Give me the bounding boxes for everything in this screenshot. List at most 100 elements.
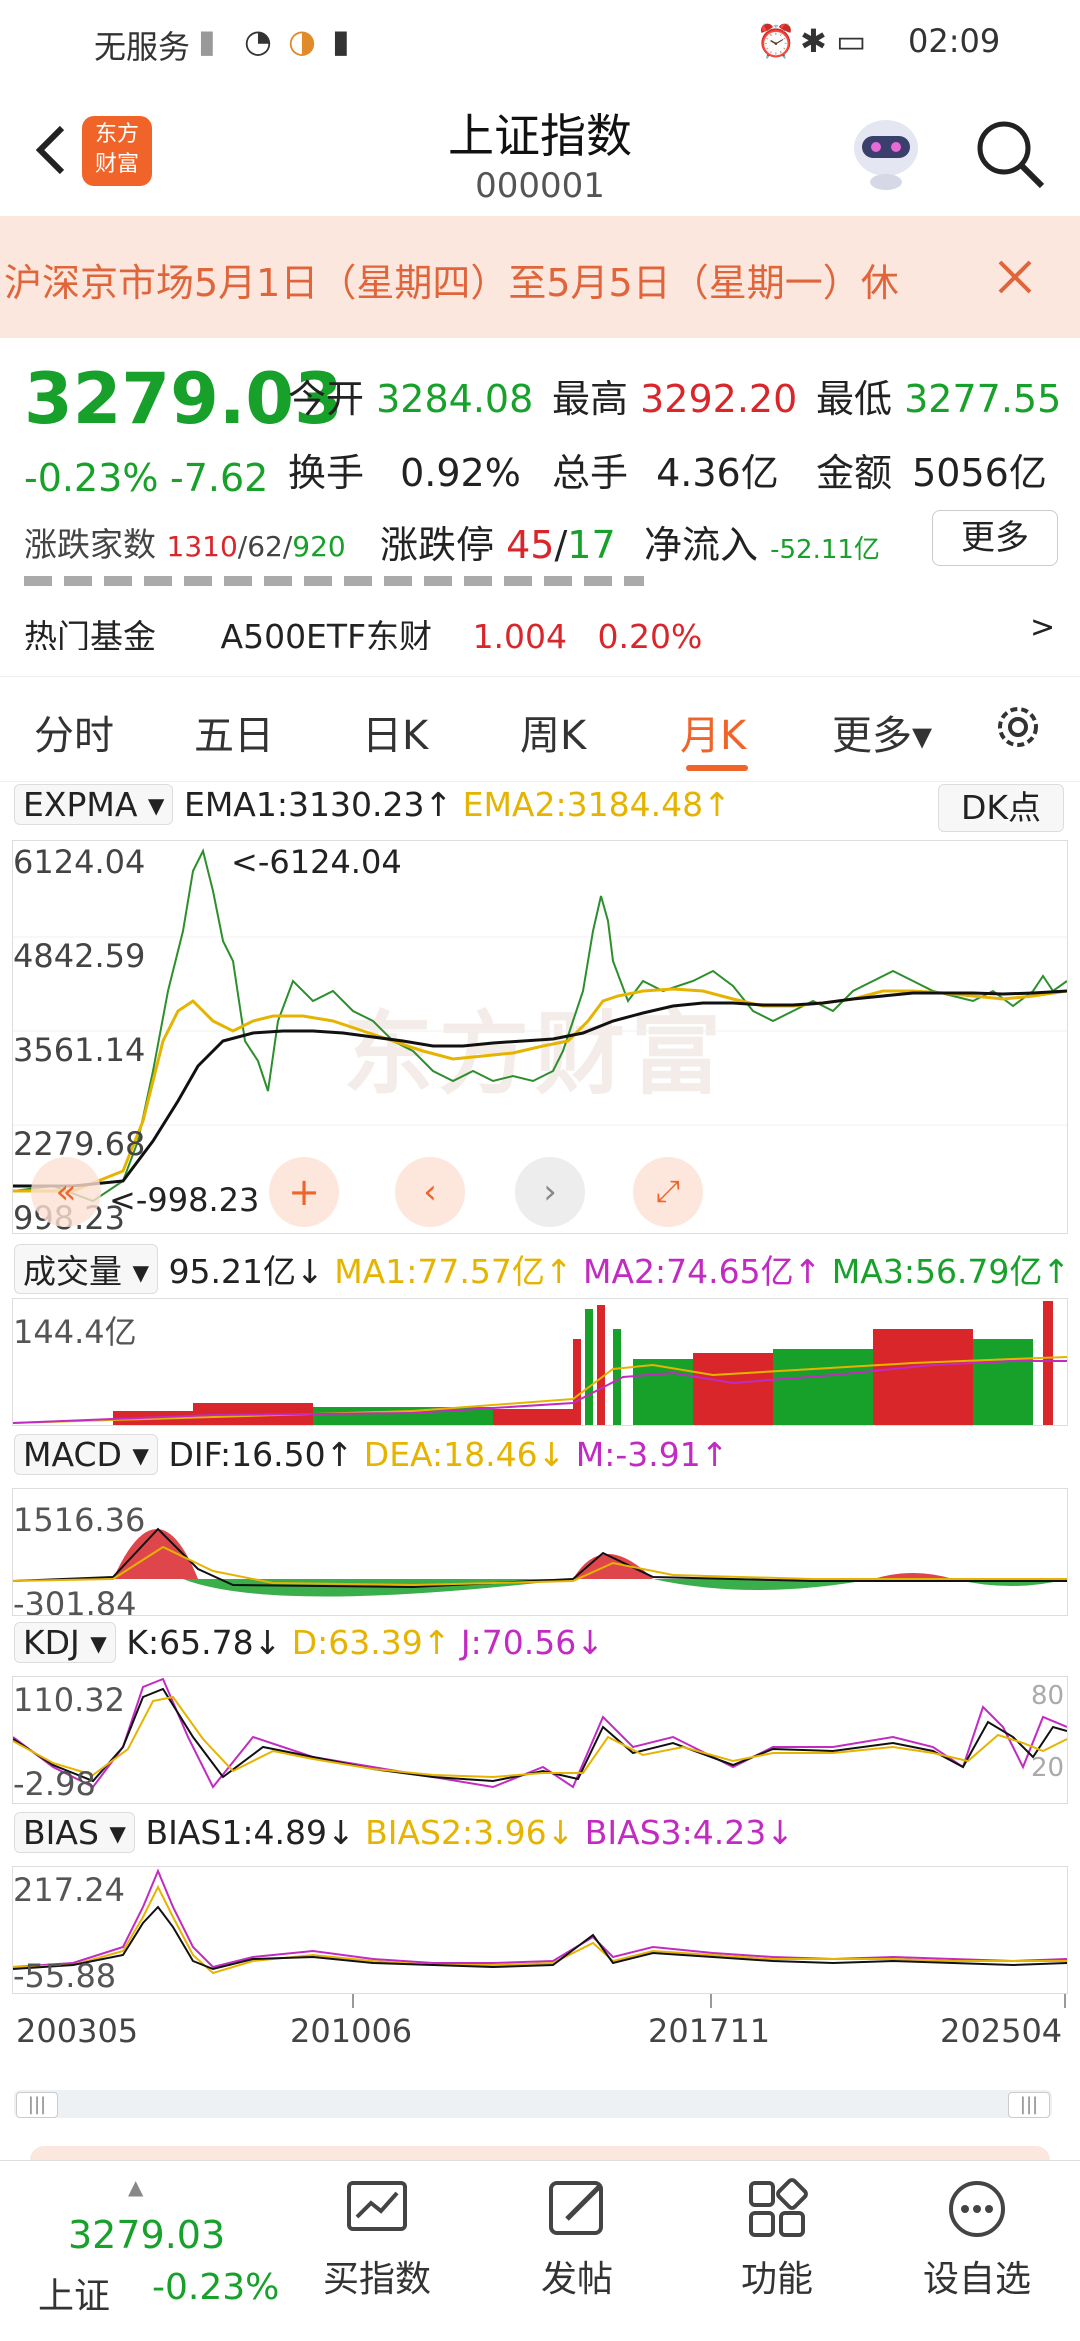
range-handle-right[interactable]: ||| — [1008, 2092, 1050, 2118]
nav-add-watchlist[interactable]: 设自选 — [902, 2177, 1052, 2302]
turnover-label: 换手 — [288, 451, 365, 495]
limit-label: 涨跌停 — [380, 523, 495, 567]
high-label: 最高 — [552, 377, 629, 421]
status-bar: 无服务 ▮ ◔ ◑ ▮ ⏰ ✱ ▭ 02:09 — [0, 0, 1080, 84]
banner-text: 沪深京市场5月1日（星期四）至5月5日（星期一）休 — [4, 261, 899, 305]
chart-zoom-in-icon[interactable]: + — [269, 1157, 339, 1227]
volume-panel[interactable]: 144.4亿 — [12, 1298, 1068, 1426]
more-button[interactable]: 更多 — [932, 510, 1058, 566]
macd-y-bottom: -301.84 — [13, 1585, 137, 1616]
hot-fund-price: 1.004 — [472, 617, 568, 650]
x-label-3: 201711 — [648, 2012, 771, 2050]
more-dots-icon — [949, 2181, 1005, 2237]
range-scrollbar[interactable]: ||| ||| — [14, 2090, 1052, 2118]
volume-y-label: 144.4亿 — [13, 1313, 137, 1351]
tab-monthly-k[interactable]: 月K — [680, 703, 746, 761]
kdj-legend: KDJ ▾ K:65.78↓ D:63.39↑ J:70.56↓ — [14, 1622, 604, 1663]
macd-m: M:-3.91↑ — [575, 1435, 729, 1474]
header: 东方财富 上证指数 000001 — [0, 84, 1080, 216]
carrier-text: 无服务 — [94, 28, 191, 66]
mini-name: 上证 — [38, 2276, 111, 2317]
chart-left-icon[interactable]: ‹ — [395, 1157, 465, 1227]
volume-selector[interactable]: 成交量 ▾ — [14, 1244, 159, 1294]
bias-2: BIAS2:3.96↓ — [365, 1813, 575, 1852]
inflow-value: -52.11亿 — [770, 535, 880, 565]
chart-left-fast-icon[interactable]: « — [31, 1157, 101, 1227]
mini-price: 3279.03 — [68, 2213, 226, 2257]
bias-1: BIAS1:4.89↓ — [145, 1813, 355, 1852]
clipped-card-edge — [30, 2146, 1050, 2160]
kdj-panel[interactable]: 110.32 -2.98 80 20 — [12, 1676, 1068, 1804]
ema1-value: EMA1:3130.23↑ — [183, 785, 453, 824]
volume-ma3: MA3:56.79亿↑ — [831, 1252, 1071, 1291]
tab-daily-k[interactable]: 日K — [362, 703, 428, 761]
tab-five-day[interactable]: 五日 — [194, 703, 274, 761]
bias-y-bottom: -55.88 — [13, 1957, 117, 1994]
up-count: 1310 — [166, 530, 238, 563]
kdj-k: K:65.78↓ — [126, 1623, 282, 1662]
tab-more[interactable]: 更多▾ — [832, 703, 932, 761]
bias-selector[interactable]: BIAS ▾ — [14, 1812, 135, 1853]
nav-buy-index-label: 买指数 — [322, 2259, 431, 2300]
kdj-svg — [13, 1677, 1067, 1789]
period-tabs: 分时 五日 日K 周K 月K 更多▾ — [0, 676, 1080, 782]
volume-ma1: MA1:77.57亿↑ — [334, 1252, 573, 1291]
volume-value: 4.36亿 — [656, 451, 779, 495]
kdj-selector[interactable]: KDJ ▾ — [14, 1622, 116, 1663]
min-marker: <-998.23 — [109, 1181, 260, 1219]
x-label-1: 200305 — [16, 2012, 139, 2050]
change-value: -7.62 — [170, 456, 269, 500]
holiday-banner[interactable]: 沪深京市场5月1日（星期四）至5月5日（星期一）休 — [0, 216, 1080, 338]
quote-panel: 3279.03 -0.23% -7.62 今开 3284.08 最高 3292.… — [0, 338, 1080, 678]
turnover-value: 0.92% — [400, 451, 521, 495]
tab-weekly-k[interactable]: 周K — [520, 703, 586, 761]
bias-panel[interactable]: 217.24 -55.88 — [12, 1866, 1068, 1994]
chevron-right-icon: > — [1030, 610, 1056, 645]
volume-label: 总手 — [552, 451, 629, 495]
hot-fund-row[interactable]: 热门基金 A500ETF东财 1.004 0.20% > — [24, 598, 1064, 650]
macd-legend: MACD ▾ DIF:16.50↑ DEA:18.46↓ M:-3.91↑ — [14, 1434, 728, 1475]
close-icon[interactable] — [992, 254, 1038, 300]
kdj-y-bottom: -2.98 — [13, 1765, 96, 1803]
expma-selector[interactable]: EXPMA ▾ — [14, 784, 174, 825]
more-button-label: 更多 — [961, 518, 1029, 558]
nav-post[interactable]: 发帖 — [502, 2177, 652, 2302]
nav-add-watchlist-label: 设自选 — [922, 2259, 1031, 2300]
robot-assistant-icon[interactable] — [846, 112, 926, 192]
macd-panel[interactable]: 1516.36 -301.84 — [12, 1488, 1068, 1616]
chart-fullscreen-icon[interactable]: ⤢ — [633, 1157, 703, 1227]
volume-name: 成交量 — [23, 1252, 122, 1291]
limit-up: 45 — [506, 523, 555, 567]
dk-point-button[interactable]: DK点 — [938, 784, 1064, 832]
hot-fund-label: 热门基金 — [24, 617, 156, 650]
nav-buy-index[interactable]: 买指数 — [302, 2177, 452, 2302]
macd-dif: DIF:16.50↑ — [168, 1435, 354, 1474]
collapse-caret-icon: ▲ — [128, 2175, 144, 2199]
open-value: 3284.08 — [376, 377, 534, 421]
mini-quote[interactable]: ▲ 3279.03 上证 -0.23% — [20, 2175, 300, 2331]
price-y-label-4: 2279.68 — [13, 1125, 146, 1163]
chart-right-icon[interactable]: › — [515, 1157, 585, 1227]
alarm-icon: ⏰ — [756, 22, 796, 60]
range-handle-left[interactable]: ||| — [16, 2092, 58, 2118]
price-y-label-3: 3561.14 — [13, 1031, 146, 1069]
open-label: 今开 — [288, 377, 365, 421]
max-marker: <-6124.04 — [231, 843, 402, 881]
expma-name: EXPMA — [23, 785, 138, 824]
settings-gear-icon[interactable] — [990, 699, 1046, 755]
kdj-ref-80: 80 — [1031, 1681, 1065, 1711]
updown-label: 涨跌家数 — [24, 525, 156, 564]
kdj-ref-20: 20 — [1031, 1753, 1065, 1783]
high-value: 3292.20 — [640, 377, 798, 421]
hot-fund-pct: 0.20% — [597, 617, 703, 650]
bias-svg — [13, 1868, 1067, 1975]
signal-icon: ▮ — [198, 22, 216, 60]
macd-selector[interactable]: MACD ▾ — [14, 1434, 158, 1475]
nav-functions[interactable]: 功能 — [702, 2177, 852, 2302]
price-chart-panel[interactable]: 东方财富 6124.04 4842.59 3561.14 2279.68 998… — [12, 840, 1068, 1234]
expma-legend: EXPMA ▾ EMA1:3130.23↑ EMA2:3184.48↑ — [14, 784, 731, 825]
search-icon[interactable] — [972, 116, 1048, 192]
macd-dea: DEA:18.46↓ — [363, 1435, 566, 1474]
tab-intraday[interactable]: 分时 — [34, 703, 114, 761]
price-y-label-1: 6124.04 — [13, 843, 146, 881]
